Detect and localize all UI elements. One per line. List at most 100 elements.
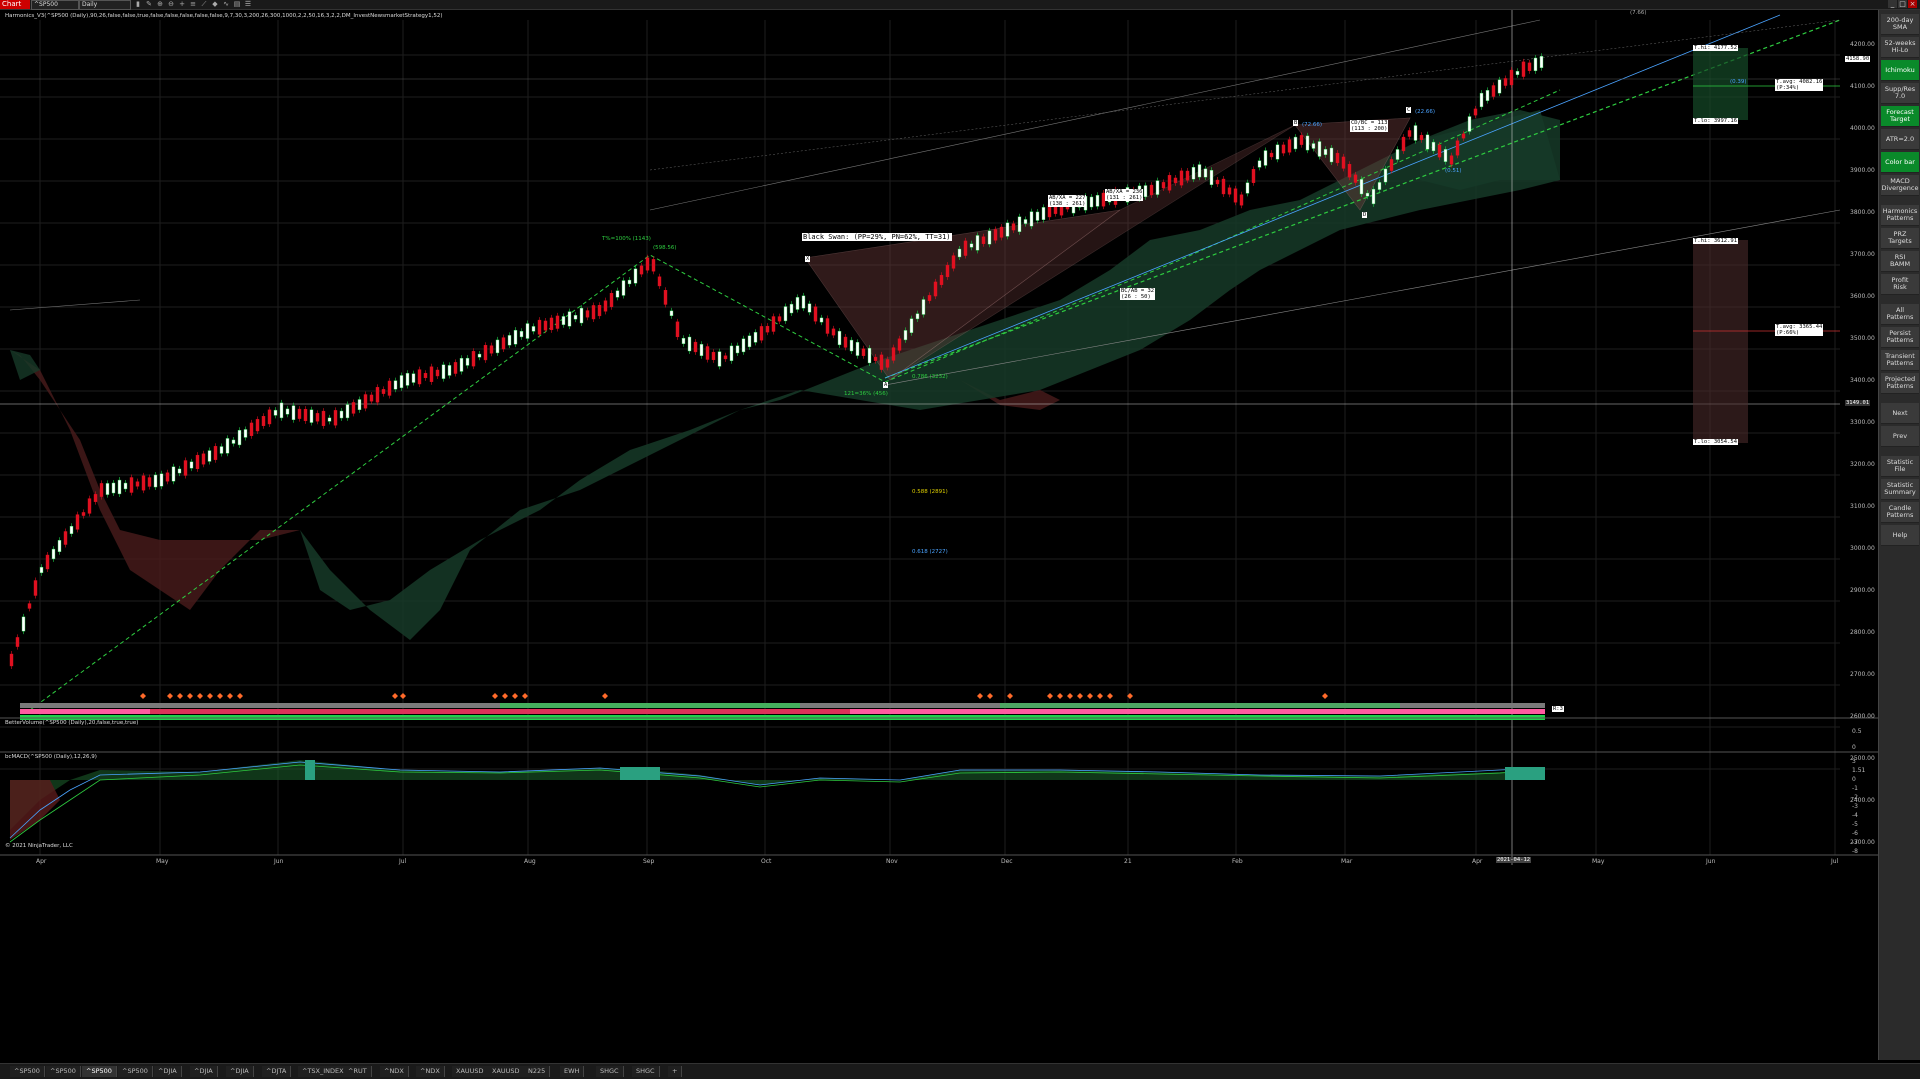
bar-type-icon[interactable]: ▮ (134, 1, 142, 8)
sidebar-button-persist-patterns[interactable]: Persist Patterns (1881, 327, 1919, 348)
candle-body (15, 637, 20, 647)
sidebar-button-statistic-file[interactable]: Statistic File (1881, 456, 1919, 477)
instrument-tab[interactable]: ^DJIA (226, 1066, 254, 1077)
macd-tick-label: -1 (1852, 785, 1858, 792)
candle-body (75, 514, 80, 530)
sidebar-button-52-weeks-hi-lo[interactable]: 52-weeks Hi-Lo (1881, 37, 1919, 58)
candle-body (387, 380, 392, 396)
instrument-tab[interactable]: ^DJIA (190, 1066, 218, 1077)
instrument-tab[interactable]: ^DJTA (262, 1066, 292, 1077)
candle-body (927, 295, 932, 301)
instrument-tab[interactable]: ^RUT (344, 1066, 372, 1077)
sidebar-button-200-day-sma[interactable]: 200-day SMA (1881, 14, 1919, 35)
sidebar-button-harmonics-patterns[interactable]: Harmonics Patterns (1881, 205, 1919, 226)
instrument-tab[interactable]: ^NDX (416, 1066, 445, 1077)
instrument-tab[interactable]: ^NDX (380, 1066, 409, 1077)
time-tick-label: May (1592, 858, 1605, 865)
indicator-sidebar: 200-day SMA 52-weeks Hi-Lo Ichimoku Supp/Re… (1878, 10, 1920, 1060)
sidebar-button-profit-risk[interactable]: Profit Risk (1881, 274, 1919, 295)
period-selector[interactable]: Daily (79, 0, 131, 10)
sidebar-button-atr-2-0[interactable]: ATR=2.0 (1881, 129, 1919, 150)
drawing-tools-icon[interactable]: ⟋ (200, 1, 208, 8)
instrument-tab[interactable]: ^SP500 (10, 1066, 45, 1077)
indicators-icon[interactable]: ∿ (222, 1, 230, 8)
candle-body (1455, 140, 1460, 156)
candle-body (459, 358, 464, 372)
instrument-selector[interactable]: ^SP500 (31, 0, 79, 10)
instrument-tab[interactable]: N225 (524, 1066, 551, 1077)
price-tick-label: 3000.00 (1850, 545, 1875, 552)
close-icon[interactable]: × (1908, 0, 1917, 8)
instrument-tab[interactable]: ^SP500 (118, 1066, 153, 1077)
instrument-tab[interactable]: XAUUSD (488, 1066, 525, 1077)
candle-body (315, 413, 320, 422)
sidebar-button-help[interactable]: Help (1881, 525, 1919, 546)
sidebar-button-candle-patterns[interactable]: Candle Patterns (1881, 502, 1919, 523)
crosshair-icon[interactable]: + (178, 1, 186, 8)
instrument-tab[interactable]: SHGC (596, 1066, 624, 1077)
price-axis[interactable]: 4200.00 4100.00 4000.00 3900.00 3800.00 3700.… (1847, 10, 1877, 846)
pencil-icon[interactable]: ✎ (145, 1, 153, 8)
candle-body (777, 316, 782, 322)
candle-body (327, 417, 332, 422)
candle-body (693, 341, 698, 353)
minimize-icon[interactable]: _ (1888, 0, 1897, 8)
sidebar-button-ichimoku[interactable]: Ichimoku (1881, 60, 1919, 81)
strategies-icon[interactable]: ◆ (211, 1, 219, 8)
candle-body (159, 473, 164, 487)
instrument-tab[interactable]: ^TSX_INDEX (298, 1066, 349, 1077)
sidebar-button-next[interactable]: Next (1881, 403, 1919, 424)
data-box-icon[interactable]: ☰ (244, 1, 252, 8)
add-tab-button[interactable]: + (668, 1066, 683, 1077)
candle-body (717, 351, 722, 367)
candle-body (237, 430, 242, 446)
candle-body (507, 335, 512, 346)
instrument-tab[interactable]: ^SP500 (82, 1066, 117, 1077)
sidebar-button-rsi-bamm[interactable]: RSI BAMM (1881, 251, 1919, 272)
candle-body (519, 331, 524, 338)
instrument-tab[interactable]: ^DJIA (154, 1066, 182, 1077)
time-axis[interactable]: Apr May Jun Jul Aug Sep Oct Nov Dec 21 Feb Mar Apr Ma… (0, 857, 1840, 867)
candle-body (1017, 216, 1022, 232)
sidebar-button-color-bar[interactable]: Color bar (1881, 152, 1919, 173)
candle-body (1173, 177, 1178, 184)
candle-body (765, 325, 770, 333)
crosshair-price-label: 3149.01 (1845, 400, 1871, 406)
chart-window-tab[interactable]: Chart (0, 0, 30, 9)
instrument-tab[interactable]: ^SP500 (46, 1066, 81, 1077)
sidebar-button-statistic-summary[interactable]: Statistic Summary (1881, 479, 1919, 500)
candle-body (303, 408, 308, 422)
zoom-in-icon[interactable]: ⊕ (156, 1, 164, 8)
fib-label-3: 0.618 (2727) (912, 549, 948, 555)
sidebar-button-all-patterns[interactable]: All Patterns (1881, 304, 1919, 325)
grid-lines (0, 20, 1840, 855)
candle-body (1149, 184, 1154, 196)
properties-icon[interactable]: ≡ (189, 1, 197, 8)
instrument-tab[interactable]: XAUUSD (452, 1066, 489, 1077)
sidebar-button-projected-patterns[interactable]: Projected Patterns (1881, 373, 1919, 394)
candle-body (1479, 92, 1484, 108)
candle-body (369, 394, 374, 402)
date-marker: 2021-04-12 (1496, 857, 1532, 863)
sidebar-button-prev[interactable]: Prev (1881, 426, 1919, 447)
chart-panel[interactable]: Harmonics_V3(^SP500 (Daily),90,26,false,… (0, 10, 1880, 1060)
candle-body (111, 482, 116, 494)
price-tick-label: 3300.00 (1850, 419, 1875, 426)
candle-body (105, 483, 110, 495)
instrument-tab[interactable]: EWH (560, 1066, 585, 1077)
candle-body (1155, 180, 1160, 195)
candle-body (1197, 164, 1202, 178)
candle-body (69, 526, 74, 534)
sidebar-button-prz-targets[interactable]: PRZ Targets (1881, 228, 1919, 249)
sidebar-button-transient-patterns[interactable]: Transient Patterns (1881, 350, 1919, 371)
maximize-icon[interactable]: □ (1898, 0, 1907, 8)
templates-icon[interactable]: ▤ (233, 1, 241, 8)
candle-body (267, 409, 272, 425)
zoom-out-icon[interactable]: ⊖ (167, 1, 175, 8)
instrument-tab[interactable]: SHGC (632, 1066, 660, 1077)
sidebar-button-macd-divergence[interactable]: MACD Divergence (1881, 175, 1919, 196)
candle-body (1527, 62, 1532, 71)
candle-body (1533, 57, 1538, 72)
sidebar-button-forecast-target[interactable]: Forecast Target (1881, 106, 1919, 127)
sidebar-button-supp-res-7-0[interactable]: Supp/Res 7.0 (1881, 83, 1919, 104)
